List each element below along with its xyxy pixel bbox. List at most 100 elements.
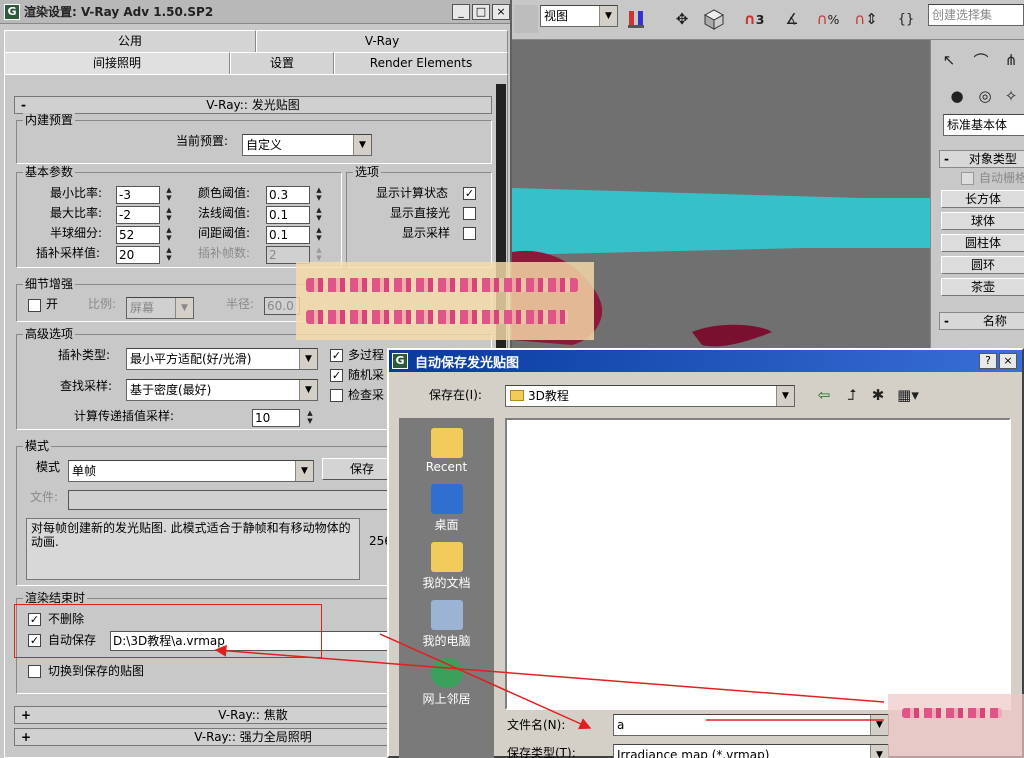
place-network[interactable]: 网上邻居	[399, 658, 494, 707]
selection-set-input[interactable]: 创建选择集	[928, 4, 1024, 26]
torus-button[interactable]: 圆环	[941, 256, 1024, 274]
spinner-snap-icon[interactable]: ∩ ⇕	[852, 5, 880, 33]
save-in-combo[interactable]: 3D教程 ▼	[505, 385, 795, 407]
view-menu-icon[interactable]: ▦▾	[893, 384, 923, 406]
selection-set-placeholder: 创建选择集	[932, 8, 993, 22]
network-globe-icon	[430, 658, 463, 688]
show-samples-label: 显示采样	[402, 226, 451, 240]
interp-type-combo[interactable]: 最小平方适配(好/光滑) ▼	[126, 348, 318, 370]
lights-icon[interactable]: ✧	[997, 82, 1024, 110]
render-dialog-titlebar[interactable]: G 渲染设置: V-Ray Adv 1.50.SP2 _ □ ×	[0, 0, 510, 24]
calc-pass-label: 计算传递插值采样:	[74, 409, 175, 423]
filetype-combo[interactable]: Irradiance map (*.vrmap) ▼	[613, 744, 889, 758]
filename-input[interactable]: a ▼	[613, 714, 889, 736]
show-calc-phase-checkbox[interactable]: ✓	[463, 187, 476, 200]
color-threshold-spinner[interactable]: 0.3	[266, 186, 310, 204]
percent-snap-icon[interactable]: ∩%	[814, 5, 842, 33]
spinner-arrows-icon[interactable]: ▲ ▼	[163, 206, 175, 224]
object-type-rollout[interactable]: - 对象类型	[939, 150, 1024, 168]
spinner-arrows-icon[interactable]: ▲ ▼	[313, 226, 325, 244]
place-my-documents[interactable]: 我的文档	[399, 542, 494, 591]
tab-common[interactable]: 公用	[4, 30, 256, 52]
spinner-arrows-icon[interactable]: ▲ ▼	[163, 226, 175, 244]
shapes-icon[interactable]: ◎	[971, 82, 999, 110]
back-icon[interactable]: ⇦	[813, 384, 835, 406]
place-desktop[interactable]: 桌面	[399, 484, 494, 533]
multipass-checkbox[interactable]: ✓	[330, 349, 343, 362]
angle-snap-icon[interactable]: ∡	[778, 5, 806, 33]
chevron-down-icon: ▼	[870, 715, 888, 735]
name-color-rollout[interactable]: - 名称	[939, 312, 1024, 330]
save-dialog-titlebar[interactable]: G 自动保存发光贴图 ? ×	[389, 350, 1022, 372]
category-combo-value: 标准基本体	[947, 118, 1008, 132]
randomize-checkbox[interactable]: ✓	[330, 369, 343, 382]
show-direct-light-label: 显示直接光	[390, 206, 451, 220]
place-recent[interactable]: Recent	[399, 428, 494, 474]
teapot-button[interactable]: 茶壶	[941, 278, 1024, 296]
normal-threshold-spinner[interactable]: 0.1	[266, 206, 310, 224]
detail-scale-combo[interactable]: 屏幕 ▼	[126, 297, 194, 319]
spinner-arrows-icon[interactable]: ▲ ▼	[163, 246, 175, 264]
select-manipulate-icon[interactable]: ✥	[668, 5, 696, 33]
geometry-icon[interactable]: ●	[943, 82, 971, 110]
switch-saved-checkbox[interactable]	[28, 665, 41, 678]
object-red-2	[692, 324, 772, 347]
hsph-subdivs-spinner[interactable]: 52	[116, 226, 160, 244]
close-button[interactable]: ×	[492, 4, 510, 20]
create-tab-icon[interactable]: ↖	[935, 46, 963, 74]
detail-radius-spinner[interactable]: 60.0	[264, 297, 300, 315]
check-sample-checkbox[interactable]	[330, 389, 343, 402]
sample-lookup-value: 基于密度(最好)	[130, 383, 212, 397]
distance-threshold-spinner[interactable]: 0.1	[266, 226, 310, 244]
tab-render-elements[interactable]: Render Elements	[334, 52, 508, 74]
tab-indirect-illumination[interactable]: 间接照明	[4, 52, 230, 74]
spinner-arrows-icon[interactable]: ▲ ▼	[313, 206, 325, 224]
file-list[interactable]	[505, 418, 1011, 710]
category-combo[interactable]: 标准基本体	[943, 114, 1024, 136]
min-rate-label: 最小比率:	[50, 186, 103, 200]
box-button[interactable]: 长方体	[941, 190, 1024, 208]
show-direct-light-checkbox[interactable]	[463, 207, 476, 220]
spinner-arrows-icon[interactable]: ▲ ▼	[313, 186, 325, 204]
close-button[interactable]: ×	[999, 353, 1017, 369]
spinner-arrows-icon[interactable]: ▲ ▼	[304, 409, 316, 427]
show-samples-checkbox[interactable]	[463, 227, 476, 240]
options-group-label: 选项	[353, 165, 382, 179]
interp-samples-label: 插补采样值:	[36, 246, 101, 260]
calc-pass-spinner[interactable]: 10	[252, 409, 300, 427]
place-my-computer[interactable]: 我的电脑	[399, 600, 494, 649]
keyboard-shortcut-icon[interactable]	[700, 5, 728, 33]
tab-vray[interactable]: V-Ray	[256, 30, 508, 52]
sample-lookup-combo[interactable]: 基于密度(最好) ▼	[126, 379, 318, 401]
sphere-button[interactable]: 球体	[941, 212, 1024, 230]
cylinder-button[interactable]: 圆柱体	[941, 234, 1024, 252]
snap-3d-icon[interactable]: ∩ 3	[740, 5, 768, 33]
toolbar-button-edge[interactable]	[514, 5, 538, 33]
file-path-input[interactable]	[68, 490, 388, 510]
minimize-button[interactable]: _	[452, 4, 470, 20]
named-selection-icon[interactable]: {}	[892, 5, 920, 33]
tab-settings[interactable]: 设置	[230, 52, 334, 74]
pivot-icon[interactable]	[622, 5, 650, 33]
new-folder-icon[interactable]: ✱	[867, 384, 889, 406]
check-sample-label: 检查采	[348, 388, 385, 402]
view-combo[interactable]: 视图 ▼	[540, 5, 618, 27]
detail-on-checkbox[interactable]	[28, 299, 41, 312]
mode-combo[interactable]: 单帧 ▼	[68, 460, 314, 482]
maximize-button[interactable]: □	[472, 4, 490, 20]
max-rate-spinner[interactable]: -2	[116, 206, 160, 224]
randomize-label: 随机采	[348, 368, 385, 382]
recent-folder-icon	[430, 428, 463, 458]
modify-tab-icon[interactable]: ⌒	[967, 46, 995, 74]
up-folder-icon[interactable]: ⮥	[841, 384, 863, 406]
auto-grid-checkbox[interactable]	[961, 172, 974, 185]
chevron-down-icon: ▼	[175, 298, 193, 318]
documents-folder-icon	[430, 542, 463, 572]
spinner-arrows-icon[interactable]: ▲ ▼	[163, 186, 175, 204]
help-button[interactable]: ?	[979, 353, 997, 369]
irradiance-map-rollout-header[interactable]: - V-Ray:: 发光贴图	[14, 96, 492, 114]
hierarchy-tab-icon[interactable]: ⋔	[997, 46, 1024, 74]
current-preset-combo[interactable]: 自定义 ▼	[242, 134, 372, 156]
min-rate-spinner[interactable]: -3	[116, 186, 160, 204]
interp-samples-spinner[interactable]: 20	[116, 246, 160, 264]
